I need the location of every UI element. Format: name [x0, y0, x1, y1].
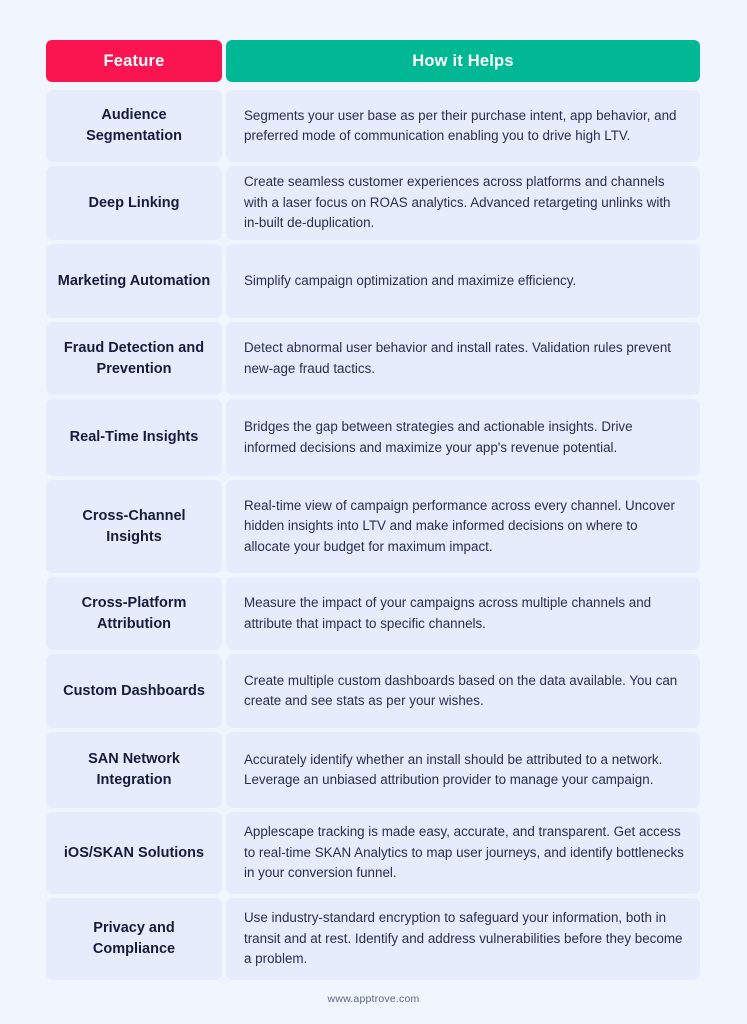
- feature-name: Privacy and Compliance: [92, 920, 176, 957]
- feature-name: Audience Segmentation: [86, 107, 182, 144]
- description-cell: Use industry-standard encryption to safe…: [226, 898, 700, 980]
- features-table: Feature How it Helps Audience Segmentati…: [46, 40, 700, 980]
- feature-name: Deep Linking: [88, 194, 180, 211]
- feature-name: Marketing Automation: [57, 272, 211, 289]
- table-row: Real-Time Insights Bridges the gap betwee…: [46, 399, 700, 476]
- description-text: Detect abnormal user behavior and instal…: [244, 340, 671, 376]
- feature-name: Real-Time Insights: [69, 429, 199, 446]
- description-text: Segments your user base as per their pur…: [244, 107, 677, 143]
- table-row: Marketing Automation Simplify campaign op…: [46, 244, 700, 318]
- feature-name: iOS/SKAN Solutions: [63, 844, 205, 861]
- description-text: Simplify campaign optimization and maxim…: [244, 272, 577, 288]
- table-header-row: Feature How it Helps: [46, 40, 700, 82]
- feature-cell: Cross-Channel Insights: [46, 480, 222, 573]
- feature-name: Custom Dashboards: [63, 682, 205, 699]
- table-row: Cross-Channel Insights Real-time view of …: [46, 480, 700, 573]
- column-header-how-it-helps: How it Helps: [226, 40, 700, 82]
- feature-cell: Cross-Platform Attribution: [46, 577, 222, 650]
- table-row: Deep Linking Create seamless customer exp…: [46, 166, 700, 240]
- description-text: Create seamless customer experiences acr…: [244, 174, 671, 231]
- feature-name: Fraud Detection and Prevention: [63, 339, 205, 377]
- description-text: Bridges the gap between strategies and a…: [244, 419, 633, 455]
- feature-cell: Privacy and Compliance: [46, 898, 222, 980]
- description-cell: Measure the impact of your campaigns acr…: [226, 577, 700, 650]
- feature-name: SAN Network Integration: [88, 751, 180, 788]
- table-row: Privacy and Compliance Use industry-stand…: [46, 898, 700, 980]
- feature-cell: Fraud Detection and Prevention: [46, 322, 222, 395]
- description-text: Applescape tracking is made easy, accura…: [244, 824, 684, 881]
- description-cell: Segments your user base as per their pur…: [226, 90, 700, 162]
- description-text: Measure the impact of your campaigns acr…: [244, 595, 652, 631]
- description-cell: Detect abnormal user behavior and instal…: [226, 322, 700, 395]
- description-cell: Accurately identify whether an install s…: [226, 732, 700, 808]
- feature-cell: iOS/SKAN Solutions: [46, 812, 222, 894]
- description-cell: Applescape tracking is made easy, accura…: [226, 812, 700, 894]
- table-row: Cross-Platform Attribution Measure the im…: [46, 577, 700, 650]
- table-row: Fraud Detection and Prevention Detect abn…: [46, 322, 700, 395]
- table-row: iOS/SKAN Solutions Applescape tracking is…: [46, 812, 700, 894]
- feature-cell: Marketing Automation: [46, 244, 222, 318]
- description-text: Accurately identify whether an install s…: [244, 751, 663, 787]
- feature-name: Cross-Platform Attribution: [81, 594, 187, 632]
- description-cell: Create multiple custom dashboards based …: [226, 654, 700, 728]
- table-body: Audience Segmentation Segments your user …: [46, 90, 700, 980]
- description-text: Real-time view of campaign performance a…: [244, 497, 675, 554]
- description-cell: Create seamless customer experiences acr…: [226, 166, 700, 240]
- feature-cell: Custom Dashboards: [46, 654, 222, 728]
- feature-comparison-page: Feature How it Helps Audience Segmentati…: [0, 0, 747, 1024]
- feature-cell: Real-Time Insights: [46, 399, 222, 476]
- feature-cell: Audience Segmentation: [46, 90, 222, 162]
- table-row: Audience Segmentation Segments your user …: [46, 90, 700, 162]
- feature-cell: Deep Linking: [46, 166, 222, 240]
- table-row: SAN Network Integration Accurately identi…: [46, 732, 700, 808]
- description-text: Use industry-standard encryption to safe…: [244, 910, 683, 967]
- description-cell: Simplify campaign optimization and maxim…: [226, 244, 700, 318]
- table-row: Custom Dashboards Create multiple custom …: [46, 654, 700, 728]
- description-cell: Bridges the gap between strategies and a…: [226, 399, 700, 476]
- description-cell: Real-time view of campaign performance a…: [226, 480, 700, 573]
- column-header-feature: Feature: [46, 40, 222, 82]
- feature-cell: SAN Network Integration: [46, 732, 222, 808]
- feature-name: Cross-Channel Insights: [82, 507, 186, 545]
- description-text: Create multiple custom dashboards based …: [244, 672, 678, 708]
- footer-website-url: www.apptrove.com: [327, 993, 420, 1005]
